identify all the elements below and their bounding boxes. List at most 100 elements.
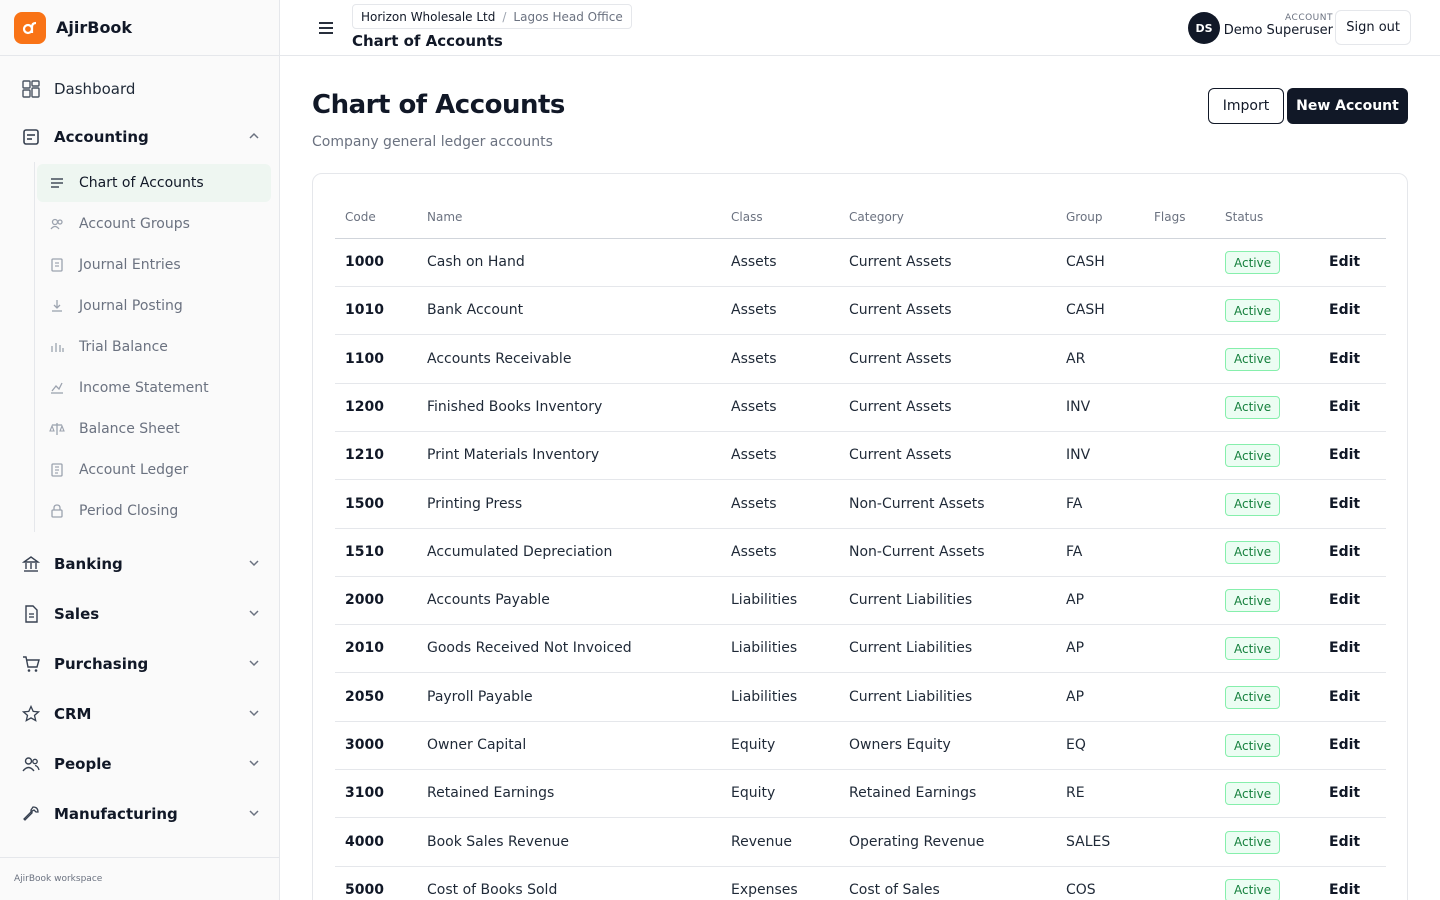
cell-class: Assets xyxy=(731,302,777,319)
nav-group-accounting[interactable]: Accounting xyxy=(0,117,279,157)
edit-link[interactable]: Edit xyxy=(1329,834,1360,850)
breadcrumb-separator: / xyxy=(502,9,507,24)
table-row[interactable]: 2000 Accounts Payable Liabilities Current L… xyxy=(335,577,1386,626)
cell-group: INV xyxy=(1066,447,1091,464)
breadcrumb-company[interactable]: Horizon Wholesale Ltd xyxy=(361,10,495,24)
brand[interactable]: AjirBook xyxy=(0,0,279,56)
column-header-flags[interactable]: Flags xyxy=(1154,210,1185,224)
sidebar-item-account-groups[interactable]: Account Groups xyxy=(37,205,271,243)
table-row[interactable]: 1100 Accounts Receivable Assets Current Ass… xyxy=(335,336,1386,384)
sidebar-item-income-statement[interactable]: Income Statement xyxy=(37,369,271,407)
edit-link[interactable]: Edit xyxy=(1329,882,1360,898)
cell-category: Current Assets xyxy=(849,398,952,415)
edit-link[interactable]: Edit xyxy=(1329,544,1360,560)
edit-link[interactable]: Edit xyxy=(1329,592,1360,608)
column-header-group[interactable]: Group xyxy=(1066,210,1103,224)
nav-group-sales[interactable]: Sales xyxy=(0,594,279,634)
sidebar-item-trial-balance[interactable]: Trial Balance xyxy=(37,328,271,366)
sidebar-item-chart-of-accounts[interactable]: Chart of Accounts xyxy=(37,164,271,202)
sidebar-item-journal-entries[interactable]: Journal Entries xyxy=(37,246,271,284)
nav-dashboard[interactable]: Dashboard xyxy=(0,70,279,108)
cell-group: EQ xyxy=(1066,737,1086,753)
cell-category: Current Liabilities xyxy=(849,640,973,657)
cell-code: 1210 xyxy=(345,447,384,464)
table-row[interactable]: 3100 Retained Earnings Equity Retained Earn… xyxy=(335,770,1386,819)
import-button[interactable]: Import xyxy=(1208,88,1284,124)
table-row[interactable]: 1010 Bank Account Assets Current Assets CASH… xyxy=(335,287,1386,336)
cell-class: Assets xyxy=(731,398,777,415)
cell-code: 1100 xyxy=(345,350,384,367)
status-badge: Active xyxy=(1225,299,1281,323)
table-row[interactable]: 2010 Goods Received Not Invoiced Liabiliti… xyxy=(335,625,1386,674)
table-row[interactable]: 1210 Print Materials Inventory Assets Curre… xyxy=(335,432,1386,481)
sign-out-button[interactable]: Sign out xyxy=(1335,10,1411,45)
cell-code: 4000 xyxy=(345,833,384,850)
column-header-name[interactable]: Name xyxy=(427,210,462,224)
status-badge: Active xyxy=(1225,782,1281,806)
edit-link[interactable]: Edit xyxy=(1329,351,1360,367)
sidebar-item-label: Journal Posting xyxy=(79,298,183,314)
column-header-status[interactable]: Status xyxy=(1225,210,1263,224)
edit-link[interactable]: Edit xyxy=(1329,640,1360,656)
edit-link[interactable]: Edit xyxy=(1329,689,1360,705)
nav-group-banking[interactable]: Banking xyxy=(0,544,279,584)
nav-group-crm[interactable]: CRM xyxy=(0,694,279,734)
cell-class: Assets xyxy=(731,495,777,512)
cell-category: Cost of Sales xyxy=(849,881,940,898)
cell-code: 1200 xyxy=(345,398,384,415)
nav-group-label: Purchasing xyxy=(54,655,149,673)
cell-name: Finished Books Inventory xyxy=(427,398,603,415)
people-icon xyxy=(22,755,40,773)
cell-name: Print Materials Inventory xyxy=(427,447,600,464)
avatar[interactable]: DS xyxy=(1188,12,1220,44)
column-header-category[interactable]: Category xyxy=(849,210,904,224)
column-header-class[interactable]: Class xyxy=(731,210,763,224)
sidebar-item-label: Balance Sheet xyxy=(79,421,180,437)
cell-category: Current Assets xyxy=(849,350,952,367)
table-row[interactable]: 2050 Payroll Payable Liabilities Current Li… xyxy=(335,674,1386,722)
table-row[interactable]: 1000 Cash on Hand Assets Current Assets CASH… xyxy=(335,239,1386,287)
breadcrumb-branch[interactable]: Lagos Head Office xyxy=(513,10,622,24)
nav-group-purchasing[interactable]: Purchasing xyxy=(0,644,279,684)
table-row[interactable]: 1510 Accumulated Depreciation Assets Non-Cu… xyxy=(335,529,1386,577)
table-row[interactable]: 1500 Printing Press Assets Non-Current Asse… xyxy=(335,481,1386,529)
sidebar-item-period-closing[interactable]: Period Closing xyxy=(37,492,271,530)
cell-class: Equity xyxy=(731,737,776,753)
star-icon xyxy=(22,705,40,723)
table-row[interactable]: 3000 Owner Capital Equity Owners Equity EQ Ac… xyxy=(335,722,1386,770)
table-row[interactable]: 1200 Finished Books Inventory Assets Curren… xyxy=(335,384,1386,432)
edit-link[interactable]: Edit xyxy=(1329,399,1360,415)
sidebar-item-account-ledger[interactable]: Account Ledger xyxy=(37,451,271,489)
bank-icon xyxy=(22,555,40,573)
cell-code: 1010 xyxy=(345,302,384,319)
status-badge: Active xyxy=(1225,685,1281,709)
account-label: ACCOUNT xyxy=(1285,13,1333,23)
column-header-code[interactable]: Code xyxy=(345,210,376,224)
cell-category: Current Liabilities xyxy=(849,592,973,609)
nav-group-manufacturing[interactable]: Manufacturing xyxy=(0,794,279,834)
sidebar-item-journal-posting[interactable]: Journal Posting xyxy=(37,287,271,325)
cell-name: Bank Account xyxy=(427,302,524,319)
edit-link[interactable]: Edit xyxy=(1329,254,1360,270)
table-row[interactable]: 5000 Cost of Books Sold Expenses Cost of Sa… xyxy=(335,867,1386,900)
edit-link[interactable]: Edit xyxy=(1329,737,1360,753)
cell-name: Owner Capital xyxy=(427,737,527,753)
edit-link[interactable]: Edit xyxy=(1329,496,1360,512)
new-account-button[interactable]: New Account xyxy=(1287,88,1408,124)
sidebar-item-balance-sheet[interactable]: Balance Sheet xyxy=(37,410,271,448)
cell-category: Operating Revenue xyxy=(849,833,985,850)
receipt-icon xyxy=(22,605,40,623)
cell-name: Retained Earnings xyxy=(427,785,555,802)
dashboard-icon xyxy=(22,80,40,98)
edit-link[interactable]: Edit xyxy=(1329,785,1360,801)
download-icon xyxy=(49,298,65,314)
topbar: Horizon Wholesale Ltd / Lagos Head Offic… xyxy=(280,0,1440,56)
edit-link[interactable]: Edit xyxy=(1329,302,1360,318)
cell-code: 2010 xyxy=(345,640,384,657)
edit-link[interactable]: Edit xyxy=(1329,447,1360,463)
menu-toggle-button[interactable] xyxy=(314,16,338,40)
nav-group-people[interactable]: People xyxy=(0,744,279,784)
table-row[interactable]: 4000 Book Sales Revenue Revenue Operating R… xyxy=(335,819,1386,867)
cell-code: 3100 xyxy=(345,785,384,802)
page-title: Chart of Accounts xyxy=(312,90,565,120)
